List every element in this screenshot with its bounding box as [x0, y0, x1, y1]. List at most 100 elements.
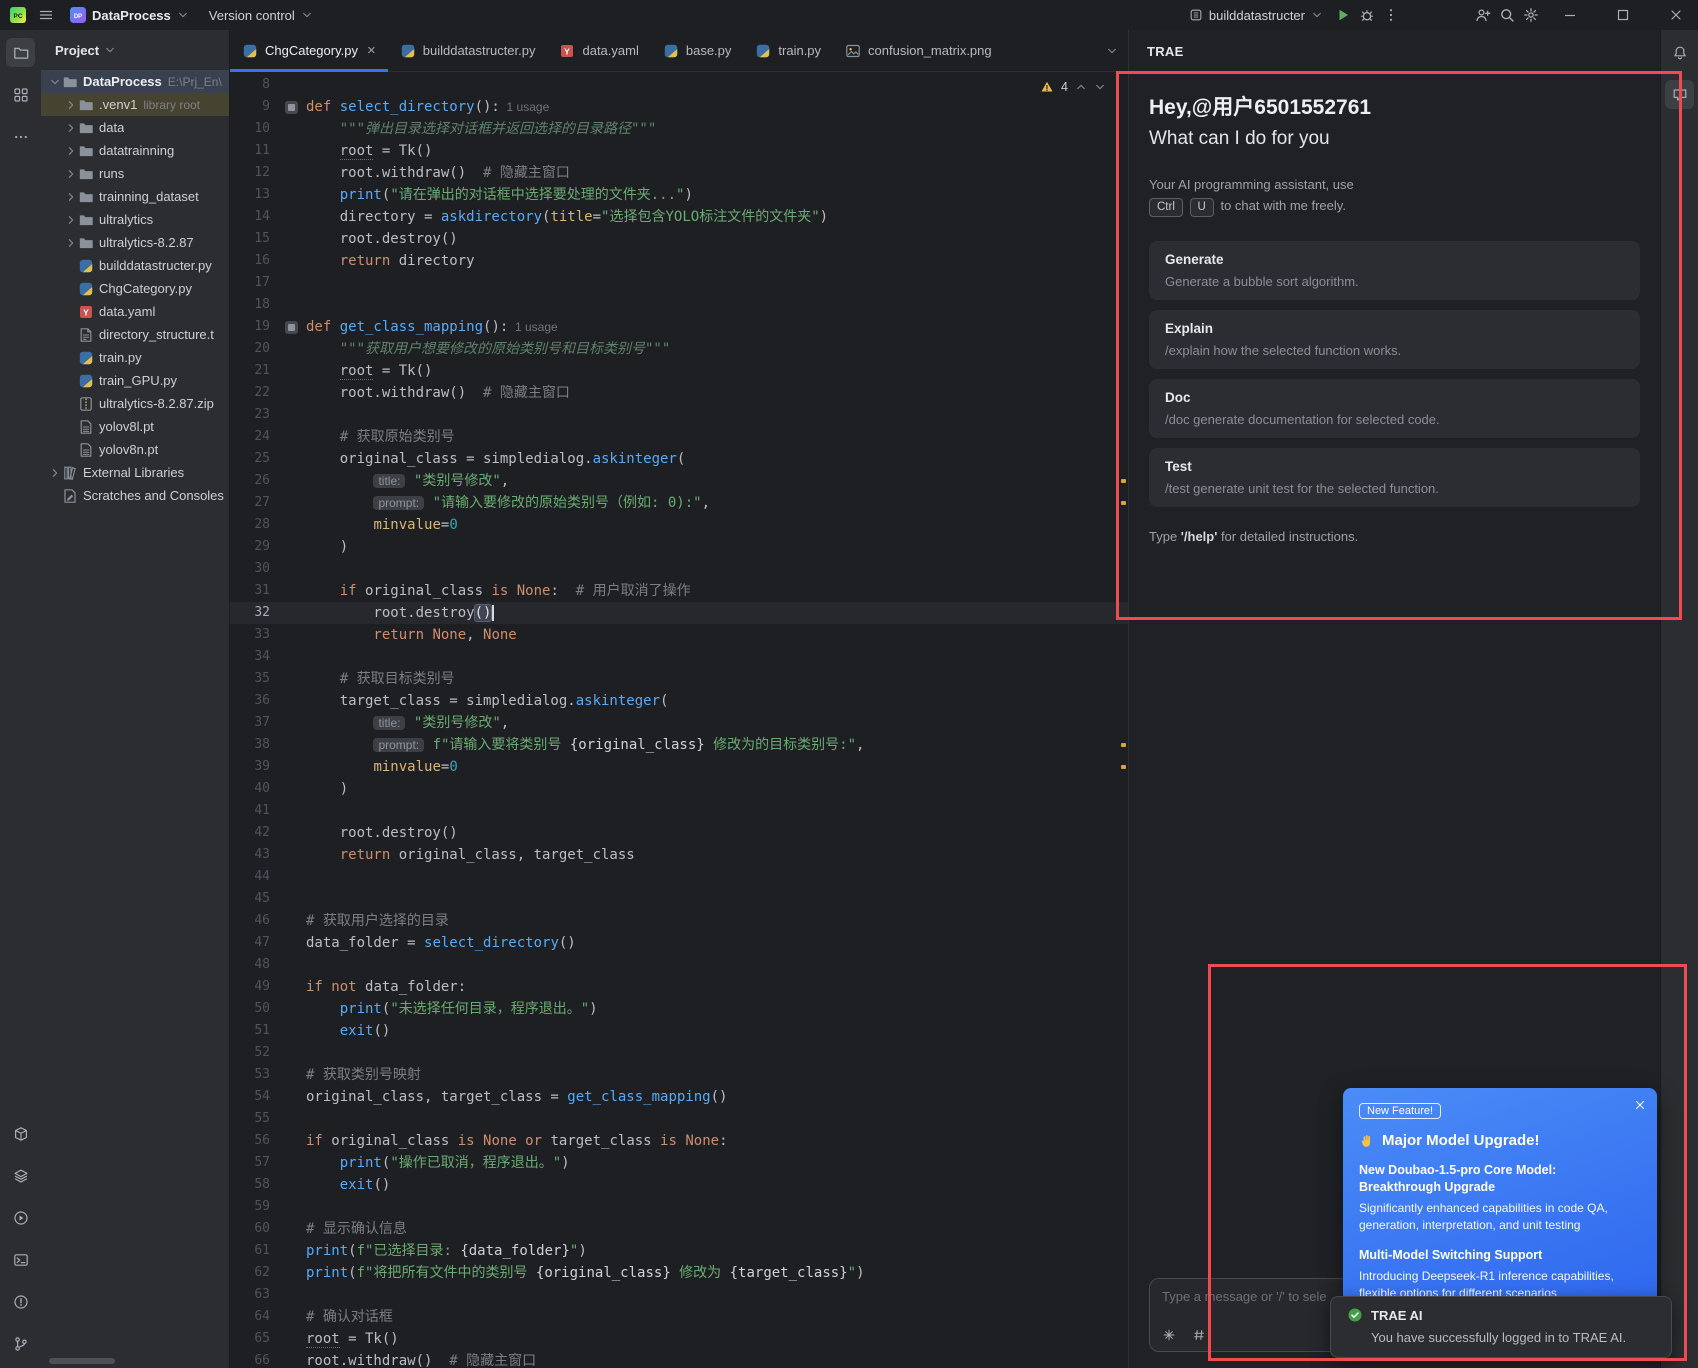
code-line-21[interactable]: 21 root = Tk() [230, 360, 1128, 382]
code-line-9[interactable]: 9 def select_directory(): 1 usage [230, 96, 1128, 118]
code-line-36[interactable]: 36 target_class = simpledialog.askintege… [230, 690, 1128, 712]
code-line-18[interactable]: 18 [230, 294, 1128, 316]
tool-button-git-branch[interactable] [6, 1329, 35, 1358]
tree-item-data[interactable]: data [41, 116, 229, 139]
add-user-icon[interactable] [1475, 7, 1491, 23]
code-line-42[interactable]: 42 root.destroy() [230, 822, 1128, 844]
tab-chgcategory-py[interactable]: ChgCategory.py × [230, 30, 388, 72]
code-line-61[interactable]: 61 print(f"已选择目录: {data_folder}") [230, 1240, 1128, 1262]
code-line-13[interactable]: 13 print("请在弹出的对话框中选择要处理的文件夹...") [230, 184, 1128, 206]
run-gutter-icon[interactable] [284, 100, 298, 114]
tool-button-ai-chat[interactable] [1665, 80, 1694, 109]
tab-base-py[interactable]: base.py [651, 30, 744, 71]
code-line-19[interactable]: 19 def get_class_mapping(): 1 usage [230, 316, 1128, 338]
code-line-62[interactable]: 62 print(f"将把所有文件中的类别号 {original_class} 修… [230, 1262, 1128, 1284]
code-line-66[interactable]: 66 root.withdraw() # 隐藏主窗口 [230, 1350, 1128, 1368]
code-line-35[interactable]: 35 # 获取目标类别号 [230, 668, 1128, 690]
tree-item-train-py[interactable]: train.py [41, 346, 229, 369]
tree-item-builddatastructer-py[interactable]: builddatastructer.py [41, 254, 229, 277]
run-icon[interactable] [1335, 7, 1351, 23]
maximize-button[interactable] [1600, 0, 1645, 30]
tree-item-chgcategory-py[interactable]: ChgCategory.py [41, 277, 229, 300]
code-line-55[interactable]: 55 [230, 1108, 1128, 1130]
code-line-26[interactable]: 26 title: "类别号修改", [230, 470, 1128, 492]
code-line-64[interactable]: 64 # 确认对话框 [230, 1306, 1128, 1328]
code-line-45[interactable]: 45 [230, 888, 1128, 910]
code-line-52[interactable]: 52 [230, 1042, 1128, 1064]
tool-button-services[interactable] [6, 1203, 35, 1232]
code-line-30[interactable]: 30 [230, 558, 1128, 580]
tab-builddatastructer-py[interactable]: builddatastructer.py [388, 30, 548, 71]
code-line-47[interactable]: 47 data_folder = select_directory() [230, 932, 1128, 954]
tree-item-scratches-and-consoles[interactable]: Scratches and Consoles [41, 484, 229, 507]
code-line-31[interactable]: 31 if original_class is None: # 用户取消了操作 [230, 580, 1128, 602]
tab-data-yaml[interactable]: Ydata.yaml [547, 30, 650, 71]
tree-item-external-libraries[interactable]: External Libraries [41, 461, 229, 484]
code-line-27[interactable]: 27 prompt: "请输入要修改的原始类别号（例如: 0):", [230, 492, 1128, 514]
close-button[interactable] [1653, 0, 1698, 30]
trae-card-test[interactable]: Test/test generate unit test for the sel… [1149, 448, 1640, 507]
more-options-icon[interactable] [1383, 7, 1399, 23]
tool-button-more-horizontal[interactable] [6, 122, 35, 151]
model-select-icon[interactable] [1162, 1328, 1176, 1342]
tree-item-directory-structure-t[interactable]: directory_structure.t [41, 323, 229, 346]
tab-close-icon[interactable]: × [367, 43, 376, 58]
horizontal-scrollbar[interactable] [49, 1358, 115, 1364]
project-panel-header[interactable]: Project [41, 30, 229, 70]
code-line-63[interactable]: 63 [230, 1284, 1128, 1306]
code-line-10[interactable]: 10 """弹出目录选择对话框并返回选择的目录路径""" [230, 118, 1128, 140]
code-line-51[interactable]: 51 exit() [230, 1020, 1128, 1042]
next-warning-icon[interactable] [1094, 81, 1106, 93]
code-line-34[interactable]: 34 [230, 646, 1128, 668]
code-line-11[interactable]: 11 root = Tk() [230, 140, 1128, 162]
tool-button-layers[interactable] [6, 1161, 35, 1190]
search-icon[interactable] [1499, 7, 1515, 23]
tree-item-ultralytics[interactable]: ultralytics [41, 208, 229, 231]
code-line-49[interactable]: 49 if not data_folder: [230, 976, 1128, 998]
tree-item-yolov8n-pt[interactable]: yolov8n.pt [41, 438, 229, 461]
code-line-44[interactable]: 44 [230, 866, 1128, 888]
tool-button-problems[interactable] [6, 1287, 35, 1316]
code-line-57[interactable]: 57 print("操作已取消，程序退出。") [230, 1152, 1128, 1174]
debug-icon[interactable] [1359, 7, 1375, 23]
tree-item-data-yaml[interactable]: Ydata.yaml [41, 300, 229, 323]
code-line-43[interactable]: 43 return original_class, target_class [230, 844, 1128, 866]
code-line-22[interactable]: 22 root.withdraw() # 隐藏主窗口 [230, 382, 1128, 404]
code-line-58[interactable]: 58 exit() [230, 1174, 1128, 1196]
context-icon[interactable] [1192, 1328, 1206, 1342]
code-line-60[interactable]: 60 # 显示确认信息 [230, 1218, 1128, 1240]
tree-item-runs[interactable]: runs [41, 162, 229, 185]
run-configuration-selector[interactable]: builddatastructer [1185, 6, 1327, 25]
trae-card-generate[interactable]: Generate Generate a bubble sort algorithm… [1149, 241, 1640, 300]
tree-item-dataprocess[interactable]: DataProcess E:\Prj_En\ [41, 70, 229, 93]
tree-item-trainning-dataset[interactable]: trainning_dataset [41, 185, 229, 208]
tree-item-ultralytics-8-2-87[interactable]: ultralytics-8.2.87 [41, 231, 229, 254]
tree-item-ultralytics-8-2-87-zip[interactable]: ultralytics-8.2.87.zip [41, 392, 229, 415]
tab-confusion-matrix-png[interactable]: confusion_matrix.png [833, 30, 1004, 71]
code-line-59[interactable]: 59 [230, 1196, 1128, 1218]
trae-card-doc[interactable]: Doc/doc generate documentation for selec… [1149, 379, 1640, 438]
run-gutter-icon[interactable] [284, 320, 298, 334]
tab-train-py[interactable]: train.py [743, 30, 833, 71]
tool-button-structure[interactable] [6, 80, 35, 109]
code-line-53[interactable]: 53 # 获取类别号映射 [230, 1064, 1128, 1086]
tool-button-bell[interactable] [1665, 38, 1694, 67]
code-area[interactable]: 8 9 def select_directory(): 1 usage 10 """弹… [230, 72, 1128, 1368]
code-line-65[interactable]: 65 root = Tk() [230, 1328, 1128, 1350]
code-line-37[interactable]: 37 title: "类别号修改", [230, 712, 1128, 734]
main-menu-icon[interactable] [38, 7, 54, 23]
notification-close-icon[interactable] [1633, 1098, 1647, 1112]
version-control-selector[interactable]: Version control [205, 6, 317, 25]
tab-list-dropdown-icon[interactable] [1106, 45, 1118, 57]
trae-card-explain[interactable]: Explain/explain how the selected functio… [1149, 310, 1640, 369]
code-line-15[interactable]: 15 root.destroy() [230, 228, 1128, 250]
tree-item-datatrainning[interactable]: datatrainning [41, 139, 229, 162]
code-line-54[interactable]: 54 original_class, target_class = get_cla… [230, 1086, 1128, 1108]
code-line-46[interactable]: 46 # 获取用户选择的目录 [230, 910, 1128, 932]
code-line-29[interactable]: 29 ) [230, 536, 1128, 558]
code-line-12[interactable]: 12 root.withdraw() # 隐藏主窗口 [230, 162, 1128, 184]
code-line-23[interactable]: 23 [230, 404, 1128, 426]
minimize-button[interactable] [1547, 0, 1592, 30]
code-line-50[interactable]: 50 print("未选择任何目录，程序退出。") [230, 998, 1128, 1020]
tool-button-python-packages[interactable] [6, 1119, 35, 1148]
